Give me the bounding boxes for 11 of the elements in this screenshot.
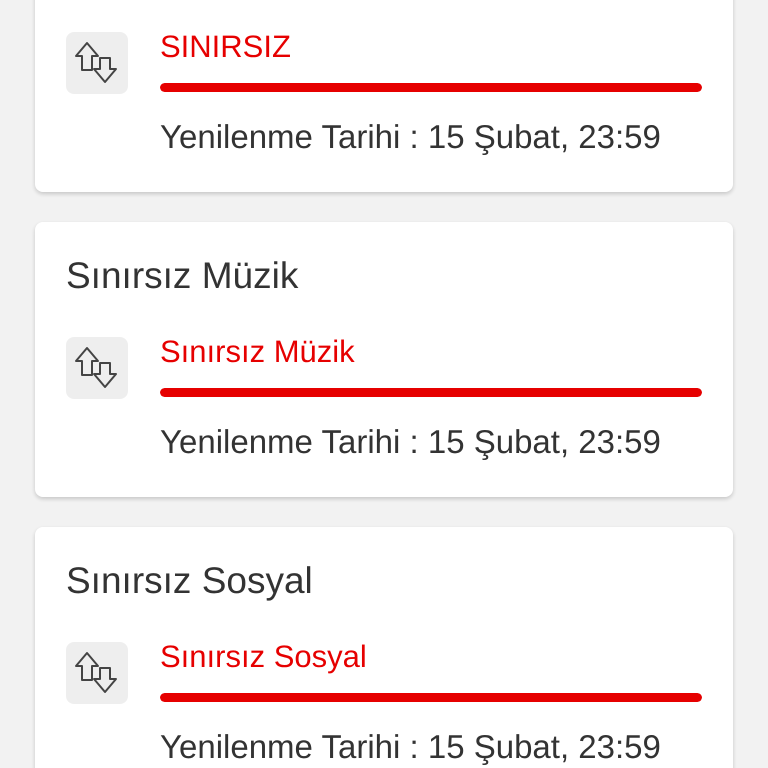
- renewal-date: Yenilenme Tarihi : 15 Şubat, 23:59: [160, 424, 661, 460]
- up-down-arrows-icon: [66, 337, 128, 399]
- card-title: Sınırsız Müzik: [66, 254, 300, 298]
- card-title: Sınırsız Sosyal: [66, 559, 314, 603]
- renewal-date: Yenilenme Tarihi : 15 Şubat, 23:59: [160, 729, 661, 765]
- renewal-date: Yenilenme Tarihi : 15 Şubat, 23:59: [160, 119, 661, 155]
- up-down-arrows-icon: [66, 642, 128, 704]
- up-down-arrows-icon: [66, 32, 128, 94]
- package-name: Sınırsız Sosyal: [160, 638, 367, 676]
- package-name: SINIRSIZ: [160, 28, 291, 66]
- package-name: Sınırsız Müzik: [160, 333, 355, 371]
